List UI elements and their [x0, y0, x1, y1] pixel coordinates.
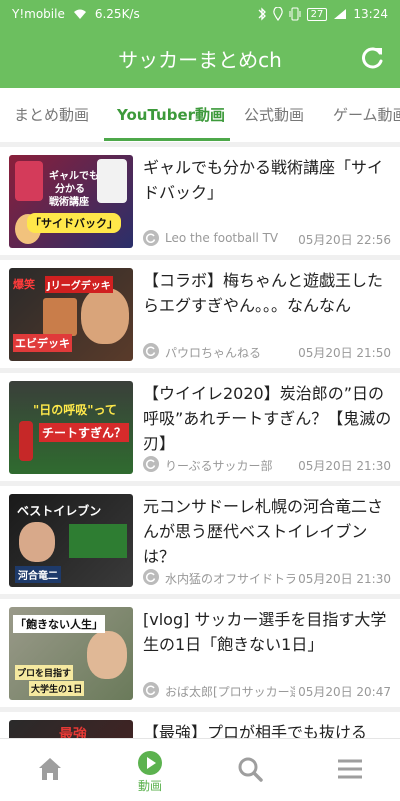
- video-meta: 水内猛のオフサイドトラップ 05月20日 21:30: [143, 568, 395, 588]
- channel-icon: [143, 343, 159, 359]
- channel-name: Leo the football TV: [165, 231, 279, 245]
- active-tab-indicator: [104, 138, 230, 141]
- thumb-text: 「飽きない人生」: [13, 615, 105, 633]
- carrier-label: Y!mobile: [12, 7, 65, 21]
- video-title: ギャルでも分かる戦術講座「サイドバック」: [143, 158, 384, 202]
- thumb-text: 戦術講座: [49, 197, 89, 208]
- status-bar: Y!mobile 6.25K/s 27 13:24: [0, 0, 400, 28]
- video-item[interactable]: 「飽きない人生」 プロを目指す 大学生の1日 [vlog] サッカー選手を目指す…: [0, 599, 400, 707]
- signal-icon: [334, 9, 347, 19]
- channel-icon: [143, 456, 159, 472]
- video-meta: おば太郎[プロサッカー選手を目指す] 05月20日 20:47: [143, 681, 395, 701]
- video-title: [vlog] サッカー選手を目指す大学生の1日「飽きない1日」: [143, 610, 387, 654]
- thumb-text: チートすぎん？: [39, 423, 130, 442]
- video-item[interactable]: ギャルでも 分かる 戦術講座 「サイドバック」 ギャルでも分かる戦術講座「サイド…: [0, 147, 400, 255]
- channel-name: 水内猛のオフサイドトラップ: [165, 572, 295, 586]
- thumb-text: プロを目指す: [15, 665, 74, 680]
- video-item[interactable]: 爆笑 Jリーグデッキ エビデッキ 【コラボ】梅ちゃんと遊戯王したらエグすぎやん。…: [0, 260, 400, 368]
- video-thumbnail: ベストイレブン 河合竜二: [9, 494, 133, 587]
- video-meta: りーぶるサッカー部 05月20日 21:30: [143, 455, 395, 475]
- wifi-icon: [73, 9, 86, 19]
- video-item[interactable]: 最強 【最強】プロが相手でも抜ける: [0, 712, 400, 738]
- video-thumbnail: 「飽きない人生」 プロを目指す 大学生の1日: [9, 607, 133, 700]
- upload-date: 05月20日 21:30: [298, 459, 391, 473]
- thumb-text: 大学生の1日: [29, 681, 85, 696]
- video-title: 元コンサドーレ札幌の河合竜二さんが思う歴代ベストイレイブンは？: [143, 497, 384, 566]
- bottom-navigation: 動画: [0, 738, 400, 801]
- channel-icon: [143, 682, 159, 698]
- thumb-text: 「サイドバック」: [27, 213, 121, 233]
- video-list: ギャルでも 分かる 戦術講座 「サイドバック」 ギャルでも分かる戦術講座「サイド…: [0, 142, 400, 738]
- tab-game[interactable]: ゲーム動画: [333, 88, 400, 142]
- nav-videos[interactable]: 動画: [100, 739, 200, 801]
- video-title: 【コラボ】梅ちゃんと遊戯王したらエグすぎやん。。。なんなん: [143, 271, 384, 315]
- thumb-text: Jリーグデッキ: [45, 276, 113, 293]
- nav-home[interactable]: [0, 739, 100, 801]
- video-title: 【ウイイレ2020】炭治郎の”日の呼吸”あれチートすぎん？【鬼滅の刃】: [143, 384, 392, 453]
- channel-name: パウロちゃんねる: [165, 346, 262, 360]
- thumb-text: 爆笑: [13, 278, 35, 291]
- thumb-text: "日の呼吸"って: [33, 403, 117, 417]
- bluetooth-icon: [258, 7, 266, 21]
- upload-date: 05月20日 21:50: [298, 346, 391, 360]
- video-thumbnail: ギャルでも 分かる 戦術講座 「サイドバック」: [9, 155, 133, 248]
- video-meta: パウロちゃんねる 05月20日 21:50: [143, 342, 395, 362]
- app-bar: サッカーまとめch: [0, 28, 400, 88]
- refresh-icon[interactable]: [358, 44, 386, 72]
- thumb-text: ベストイレブン: [17, 504, 102, 518]
- upload-date: 05月20日 20:47: [298, 685, 391, 699]
- upload-date: 05月20日 22:56: [298, 233, 391, 247]
- location-icon: [272, 7, 283, 21]
- thumb-text: エビデッキ: [13, 334, 72, 352]
- video-item[interactable]: ベストイレブン 河合竜二 元コンサドーレ札幌の河合竜二さんが思う歴代ベストイレイ…: [0, 486, 400, 594]
- home-icon: [39, 758, 61, 780]
- tab-matome[interactable]: まとめ動画: [14, 88, 89, 142]
- tab-youtuber[interactable]: YouTuber動画: [117, 88, 225, 142]
- category-tabs: まとめ動画 YouTuber動画 公式動画 ゲーム動画: [0, 88, 400, 143]
- search-icon: [238, 757, 263, 782]
- video-meta: Leo the football TV 05月20日 22:56: [143, 229, 395, 249]
- menu-icon: [338, 759, 362, 779]
- battery-level: 27: [306, 7, 328, 21]
- vibrate-icon: [289, 7, 301, 21]
- channel-icon: [143, 569, 159, 585]
- video-thumbnail: 最強: [9, 720, 133, 738]
- thumb-text: 河合竜二: [15, 566, 61, 583]
- network-speed: 6.25K/s: [94, 7, 140, 21]
- play-circle-icon: [138, 751, 162, 775]
- thumb-text: 最強: [59, 727, 87, 738]
- video-thumbnail: "日の呼吸"って チートすぎん？: [9, 381, 133, 474]
- tab-official[interactable]: 公式動画: [244, 88, 304, 142]
- app-title: サッカーまとめch: [118, 48, 282, 72]
- video-item[interactable]: "日の呼吸"って チートすぎん？ 【ウイイレ2020】炭治郎の”日の呼吸”あれチ…: [0, 373, 400, 481]
- nav-videos-label: 動画: [137, 779, 162, 793]
- channel-icon: [143, 230, 159, 246]
- video-thumbnail: 爆笑 Jリーグデッキ エビデッキ: [9, 268, 133, 361]
- nav-search[interactable]: [200, 739, 300, 801]
- channel-name: りーぶるサッカー部: [165, 459, 273, 473]
- video-title: 【最強】プロが相手でも抜ける: [143, 723, 368, 738]
- nav-menu[interactable]: [300, 739, 400, 801]
- channel-name: おば太郎[プロサッカー選手を目指す]: [165, 685, 295, 699]
- upload-date: 05月20日 21:30: [298, 572, 391, 586]
- clock: 13:24: [353, 7, 388, 21]
